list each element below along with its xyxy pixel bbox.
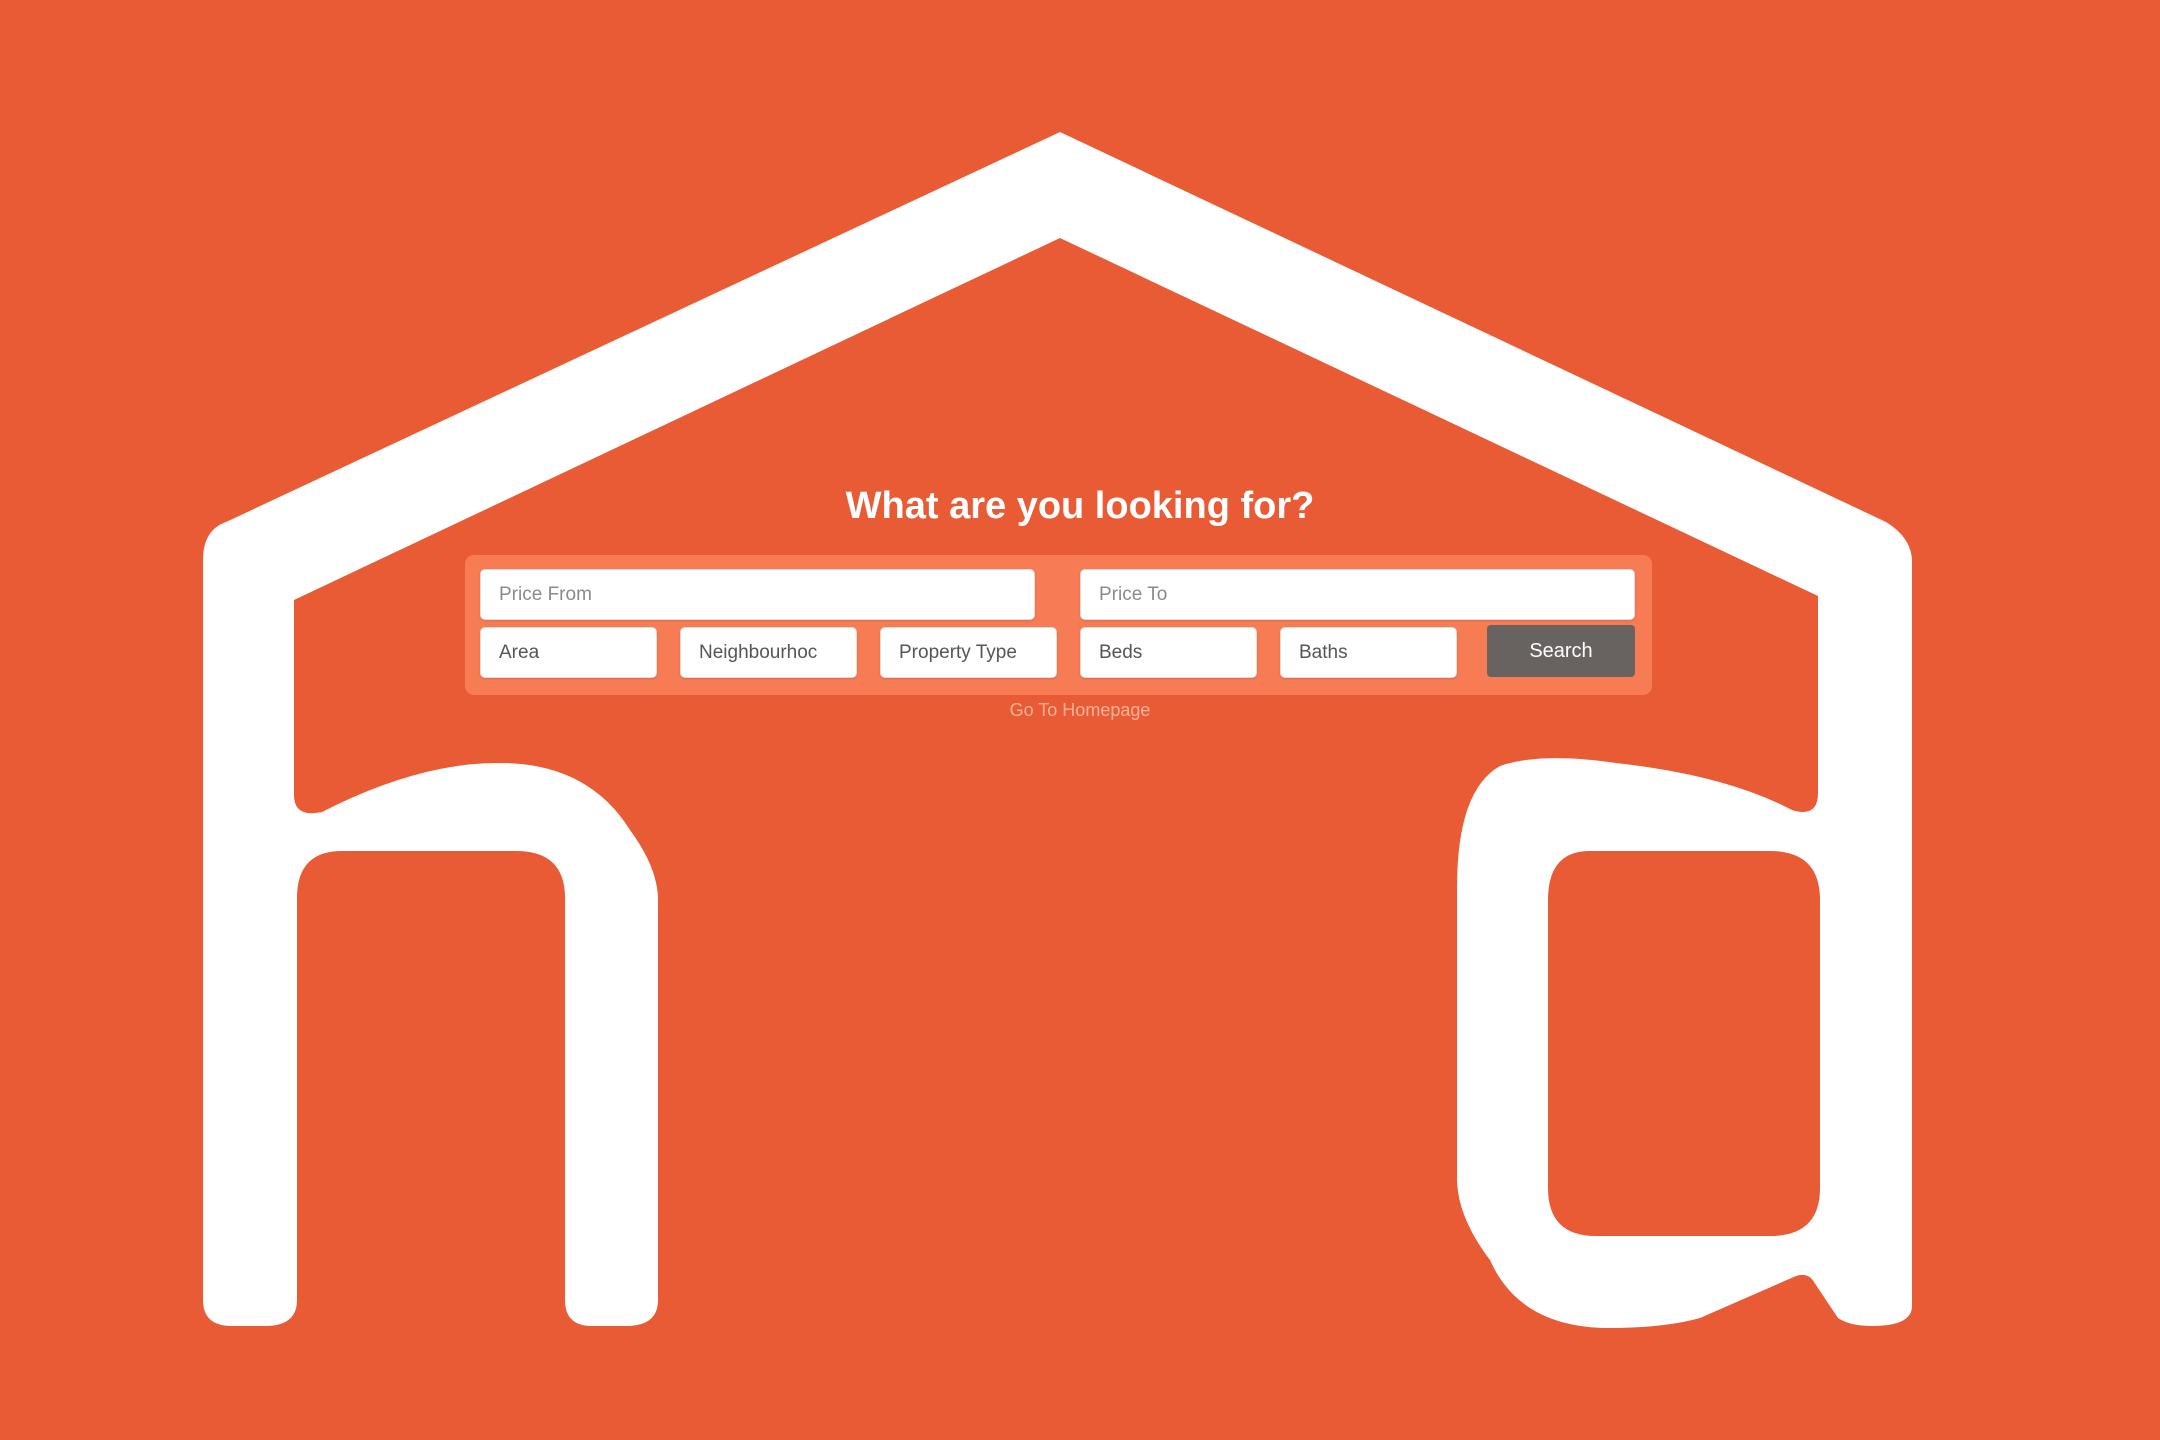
price-to-input[interactable] (1080, 569, 1635, 620)
neighbourhood-select[interactable]: Neighbourhoc (680, 627, 857, 678)
price-from-input[interactable] (480, 569, 1035, 620)
go-to-homepage-link[interactable]: Go To Homepage (0, 698, 2160, 722)
baths-select[interactable]: Baths (1280, 627, 1457, 678)
property-type-select[interactable]: Property Type (880, 627, 1057, 678)
search-button[interactable]: Search (1487, 625, 1635, 677)
beds-select[interactable]: Beds (1080, 627, 1257, 678)
search-heading: What are you looking for? (845, 485, 1315, 527)
area-select[interactable]: Area (480, 627, 657, 678)
logo-a-counter-shape (1548, 851, 1820, 1236)
